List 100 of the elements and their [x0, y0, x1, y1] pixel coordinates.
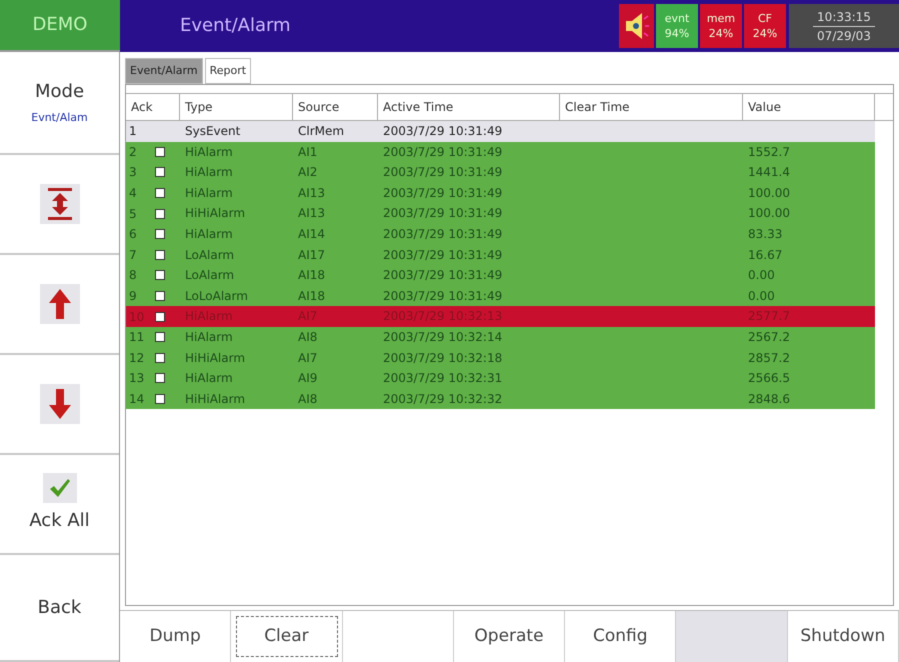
table-cell: 2003/7/29 10:32:14 [383, 330, 502, 344]
tab[interactable]: Report [204, 58, 252, 84]
table-cell: HiHiAlarm [185, 206, 246, 220]
status-percent: 94% [664, 26, 690, 41]
row-number: 4 [129, 185, 138, 202]
table-cell: AI7 [298, 350, 318, 365]
checkmark-icon [48, 478, 70, 498]
row-number: 14 [129, 391, 146, 408]
table-cell: 16.67 [748, 248, 782, 262]
table-cell: 2003/7/29 10:32:32 [383, 392, 502, 406]
table-cell: 2003/7/29 10:31:49 [383, 186, 502, 200]
table-row[interactable]: 11 HiAlarm AI8 2003/7/29 10:32:14 2567.2 [126, 326, 875, 348]
tab[interactable]: Event/Alarm [125, 58, 203, 84]
table-row[interactable]: 3 HiAlarm AI2 2003/7/29 10:31:49 1441.4 [126, 162, 875, 183]
demo-badge: DEMO [0, 0, 120, 52]
table-cell: HiAlarm [185, 165, 233, 180]
table-cell: 2003/7/29 10:31:49 [383, 206, 502, 220]
table-row[interactable]: 8 LoAlarm AI18 2003/7/29 10:31:49 0.00 [126, 265, 875, 286]
table-cell: 2003/7/29 10:32:13 [383, 309, 502, 324]
row-number: 8 [129, 267, 138, 284]
table-cell: AI8 [298, 392, 318, 406]
ack-checkbox[interactable] [155, 394, 165, 404]
table-cell: 2003/7/29 10:31:49 [383, 165, 502, 180]
row-number: 13 [129, 370, 146, 388]
arrow-up-icon [48, 289, 70, 319]
status-label: CF [758, 11, 772, 26]
table-cell: 2577.7 [748, 309, 790, 324]
expand-vertical-icon [46, 187, 72, 221]
table-cell: AI14 [298, 226, 326, 241]
table-cell: HiAlarm [185, 186, 233, 200]
ack-checkbox[interactable] [155, 291, 165, 302]
table-cell: HiAlarm [185, 144, 233, 159]
table-row[interactable]: 5 HiHiAlarm AI13 2003/7/29 10:31:49 100.00 [126, 203, 875, 224]
table-row[interactable]: 13 HiAlarm AI9 2003/7/29 10:32:31 2566.5 [126, 368, 875, 389]
status-percent: 24% [708, 26, 734, 41]
table-cell: AI1 [298, 144, 318, 159]
column-header: Clear Time [560, 94, 743, 120]
column-header: Ack [126, 94, 180, 120]
table-cell: 2003/7/29 10:31:49 [383, 268, 502, 282]
table-row[interactable]: 2 HiAlarm AI1 2003/7/29 10:31:49 1552.7 [126, 142, 875, 162]
ack-checkbox[interactable] [155, 229, 165, 240]
table-cell: 83.33 [748, 226, 782, 241]
speaker-icon [619, 4, 654, 48]
ack-checkbox[interactable] [155, 352, 165, 363]
table-cell: 1441.4 [748, 165, 790, 180]
table-row[interactable]: 6 HiAlarm AI14 2003/7/29 10:31:49 83.33 [126, 224, 875, 245]
table-row[interactable]: 9 LoLoAlarm AI18 2003/7/29 10:31:49 0.00 [126, 286, 875, 306]
row-number: 10 [129, 308, 146, 326]
clock-date: 07/29/03 [817, 28, 871, 44]
table-cell: 1552.7 [748, 144, 790, 159]
table-cell: AI18 [298, 288, 326, 303]
ack-checkbox[interactable] [155, 373, 165, 384]
table-cell: 2003/7/29 10:31:49 [383, 144, 502, 159]
column-header: Value [743, 94, 875, 120]
table-cell: 2566.5 [748, 371, 790, 386]
window-title: Event/Alarm [180, 14, 291, 38]
table-cell: 100.00 [748, 206, 790, 220]
ack-checkbox[interactable] [155, 332, 165, 342]
table-cell: 2567.2 [748, 330, 790, 344]
table-cell: HiHiAlarm [185, 392, 246, 406]
table-cell: AI17 [298, 248, 326, 262]
ack-checkbox[interactable] [155, 188, 165, 198]
table-cell: LoAlarm [185, 248, 234, 262]
table-cell: HiAlarm [185, 371, 233, 386]
table-cell: AI8 [298, 330, 318, 344]
row-number: 2 [129, 144, 138, 161]
table-cell: SysEvent [185, 124, 240, 138]
table-row[interactable]: 1 SysEvent ClrMem 2003/7/29 10:31:49 [126, 121, 875, 142]
table-row[interactable]: 14 HiHiAlarm AI8 2003/7/29 10:32:32 2848.6 [126, 388, 875, 410]
ack-checkbox[interactable] [155, 312, 165, 322]
table-cell: AI13 [298, 206, 326, 220]
table-cell: AI2 [298, 165, 318, 180]
table-cell: 0.00 [748, 268, 775, 282]
table-cell: LoLoAlarm [185, 288, 248, 303]
ack-checkbox[interactable] [155, 270, 165, 280]
table-row[interactable]: 4 HiAlarm AI13 2003/7/29 10:31:49 100.00 [126, 182, 875, 204]
table-cell: AI7 [298, 309, 318, 324]
table-cell: 2848.6 [748, 392, 790, 406]
ack-checkbox[interactable] [155, 167, 165, 178]
table-cell: AI9 [298, 371, 318, 386]
table-cell: 2857.2 [748, 350, 790, 365]
ack-checkbox[interactable] [155, 208, 165, 219]
row-number: 1 [129, 123, 138, 140]
table-row[interactable]: 12 HiHiAlarm AI7 2003/7/29 10:32:18 2857.2 [126, 348, 875, 368]
row-number: 3 [129, 164, 138, 182]
table-cell: HiAlarm [185, 309, 233, 324]
row-number: 12 [129, 350, 146, 367]
table-cell: 0.00 [748, 288, 775, 303]
table-cell: LoAlarm [185, 268, 234, 282]
ack-checkbox[interactable] [155, 250, 165, 260]
ack-checkbox[interactable] [155, 146, 165, 157]
status-percent: 24% [752, 26, 778, 41]
table-row[interactable]: 7 LoAlarm AI17 2003/7/29 10:31:49 16.67 [126, 244, 875, 266]
row-number: 9 [129, 288, 138, 306]
table-cell: 2003/7/29 10:31:49 [383, 124, 502, 138]
column-header: Source [293, 94, 378, 120]
clock-time: 10:33:15 [813, 8, 875, 26]
row-number: 11 [129, 329, 146, 346]
status-label: evnt [664, 11, 690, 26]
table-cell: 2003/7/29 10:32:31 [383, 371, 502, 386]
